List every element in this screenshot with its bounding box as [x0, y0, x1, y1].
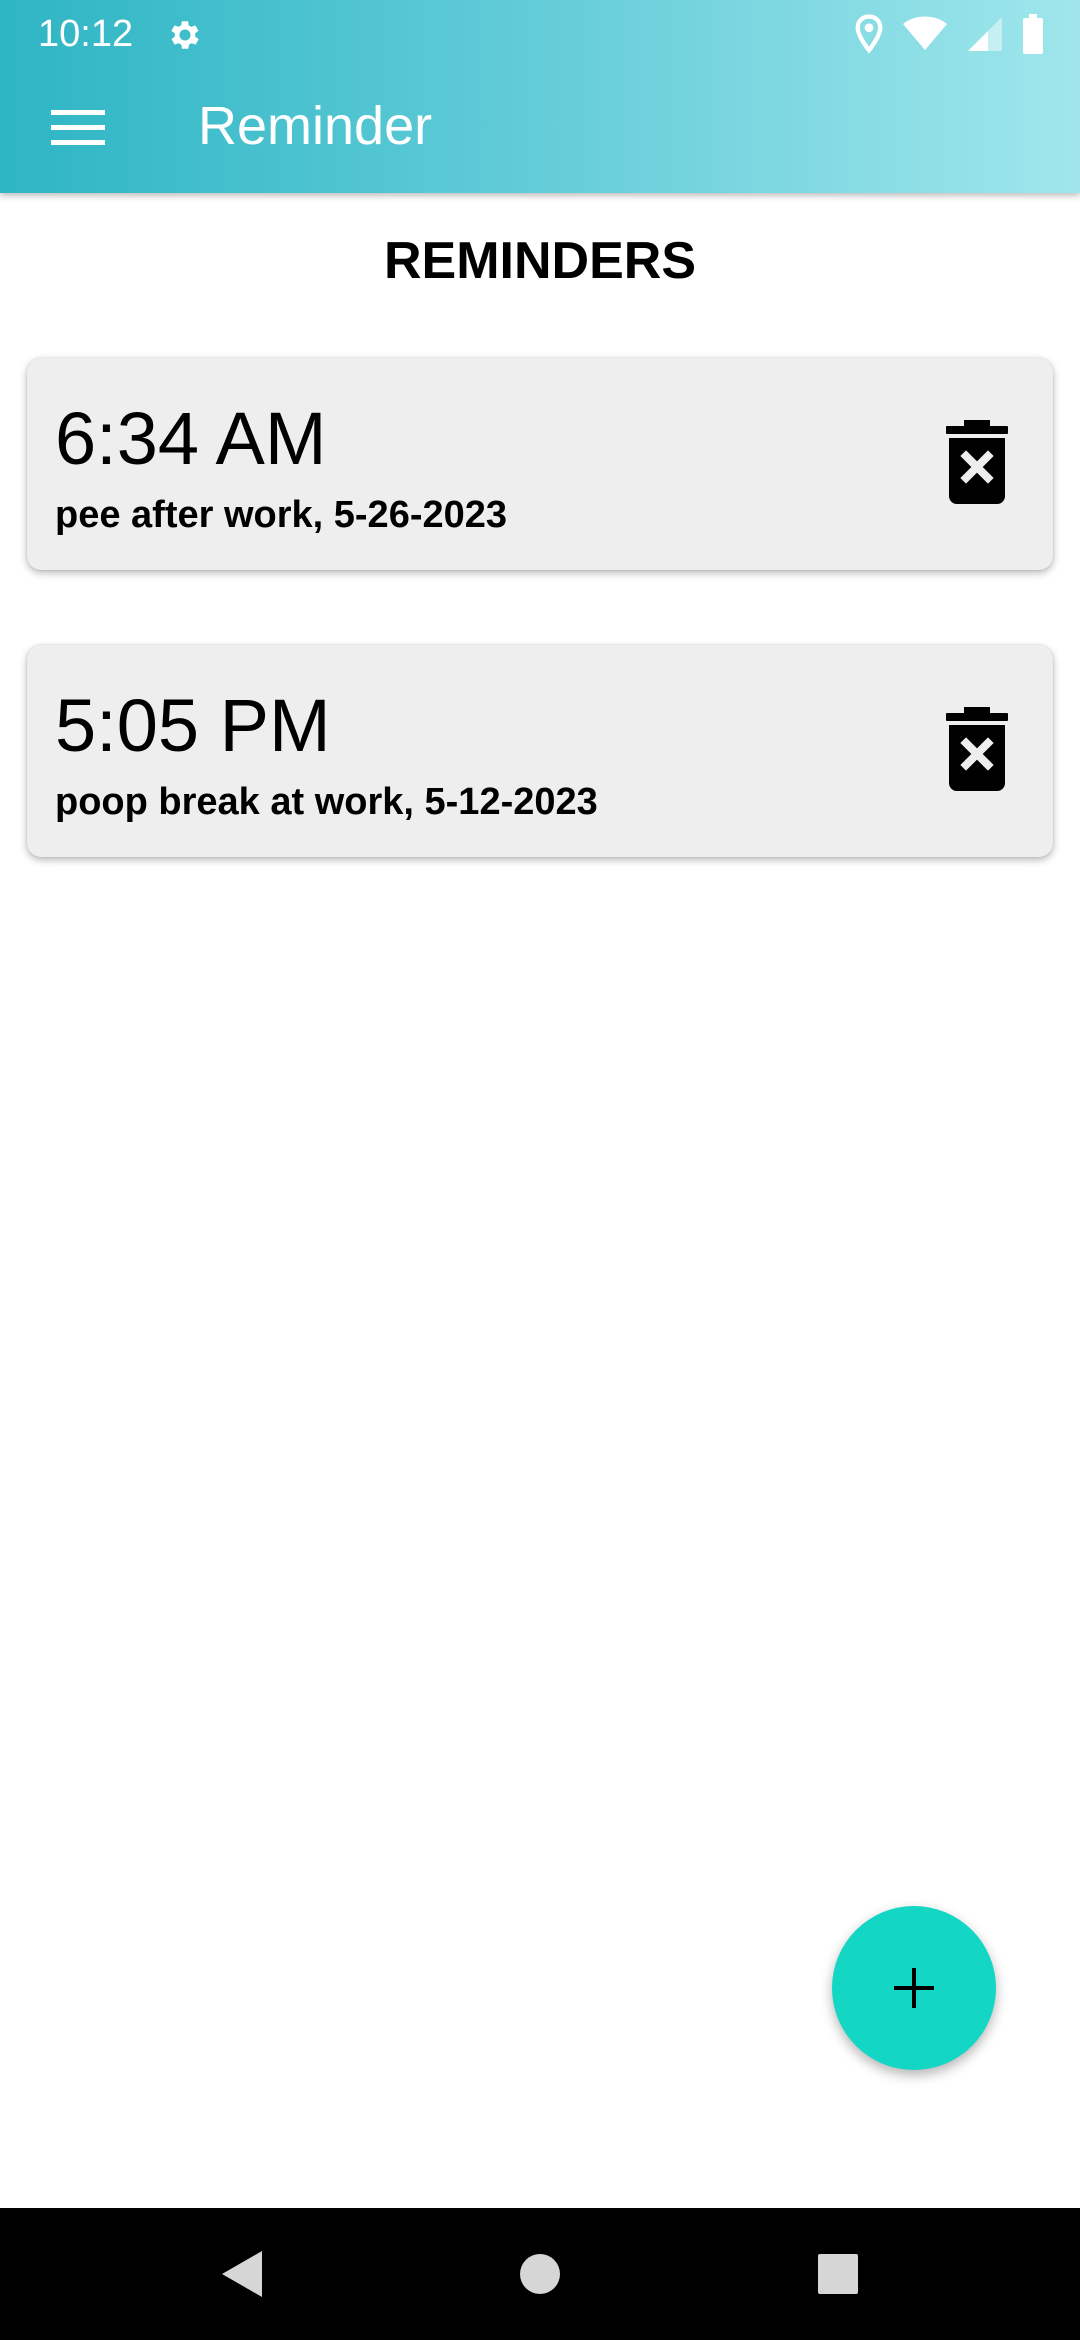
back-icon	[222, 2251, 262, 2297]
hamburger-menu-icon	[51, 110, 105, 145]
page-title: REMINDERS	[383, 232, 697, 290]
recents-button[interactable]	[798, 2234, 878, 2314]
location-icon	[855, 14, 883, 54]
status-bar: 10:12	[0, 0, 1080, 66]
status-time: 10:12	[38, 13, 134, 55]
reminder-card[interactable]: 5:05 PM poop break at work, 5-12-2023	[27, 645, 1053, 857]
delete-button[interactable]	[941, 703, 1013, 795]
signal-icon	[968, 17, 1002, 51]
recents-icon	[818, 2254, 858, 2294]
battery-icon	[1023, 14, 1043, 54]
delete-button[interactable]	[941, 416, 1013, 508]
toolbar: Reminder	[0, 66, 1080, 193]
home-icon	[520, 2254, 560, 2294]
navigation-bar	[0, 2208, 1080, 2340]
menu-button[interactable]	[30, 92, 126, 164]
reminder-description: poop break at work, 5-12-2023	[55, 781, 598, 823]
reminder-time: 6:34 AM	[55, 397, 327, 480]
plus-icon	[894, 1968, 934, 2008]
settings-icon	[171, 21, 199, 49]
reminder-description: pee after work, 5-26-2023	[55, 494, 508, 536]
trash-icon	[946, 420, 1008, 504]
wifi-icon	[903, 16, 947, 50]
reminder-time: 5:05 PM	[55, 684, 331, 767]
back-button[interactable]	[202, 2234, 282, 2314]
app-bar: 10:12 Reminder	[0, 0, 1080, 193]
status-icons	[854, 12, 1044, 56]
toolbar-title: Reminder	[198, 96, 433, 156]
home-button[interactable]	[500, 2234, 580, 2314]
reminder-card[interactable]: 6:34 AM pee after work, 5-26-2023	[27, 358, 1053, 570]
add-reminder-button[interactable]	[832, 1906, 996, 2070]
trash-icon	[946, 707, 1008, 791]
